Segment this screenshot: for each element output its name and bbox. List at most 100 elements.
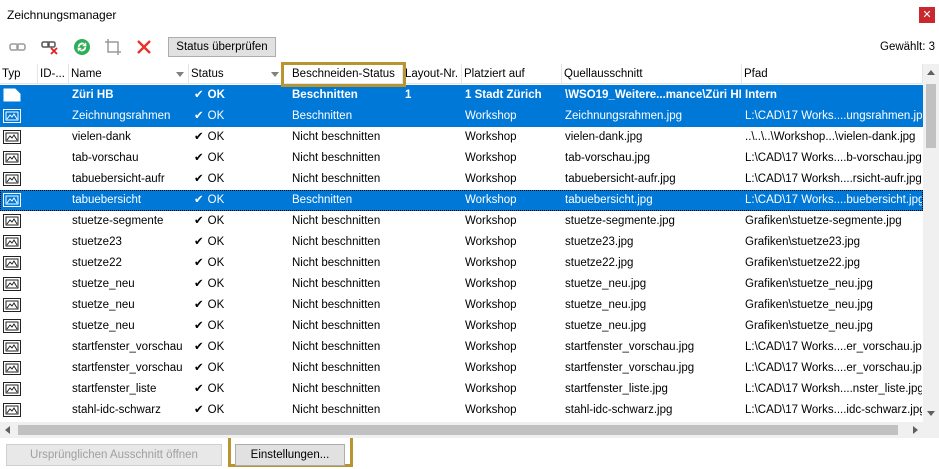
row-crop-status: Nicht beschnitten bbox=[292, 320, 381, 332]
column-header-layout-number[interactable]: Layout-Nr. bbox=[403, 64, 462, 84]
table-row[interactable]: startfenster_vorschau ✔ OK Nicht beschnitte… bbox=[0, 337, 923, 358]
crop-icon[interactable] bbox=[103, 37, 123, 57]
table-row[interactable]: tabuebersicht ✔ OK Beschnitten Workshop tabue… bbox=[0, 190, 923, 211]
row-name: Zeichnungsrahmen bbox=[72, 110, 171, 122]
row-name: startfenster_vorschau bbox=[72, 341, 183, 353]
status-text: OK bbox=[207, 278, 225, 290]
row-source: stuetze23.jpg bbox=[565, 236, 634, 248]
row-path: Grafiken\stuetze-segmente.jpg bbox=[745, 215, 902, 227]
checkmark-icon: ✔ bbox=[194, 173, 204, 185]
row-layout-number bbox=[405, 190, 461, 211]
row-source: startfenster_vorschau.jpg bbox=[565, 362, 695, 374]
row-name: stuetze_neu bbox=[72, 320, 135, 332]
open-original-button[interactable]: Ursprünglichen Ausschnitt öffnen bbox=[6, 444, 222, 466]
close-button[interactable]: ✕ bbox=[919, 7, 935, 23]
row-placed-on: Workshop bbox=[465, 131, 517, 143]
vertical-scrollbar[interactable] bbox=[923, 64, 939, 422]
table-row[interactable]: stuetze_neu ✔ OK Nicht beschnitten Workshop s… bbox=[0, 316, 923, 337]
table-row[interactable]: stuetze-segmente ✔ OK Nicht beschnitten Work… bbox=[0, 211, 923, 232]
refresh-icon[interactable] bbox=[72, 37, 92, 57]
row-source: tabuebersicht.jpg bbox=[565, 194, 653, 206]
table-row[interactable]: Zeichnungsrahmen ✔ OK Beschnitten Workshop Ze… bbox=[0, 106, 923, 127]
toolbar: Status überprüfen Gewählt: 3 bbox=[0, 34, 939, 60]
status-text: OK bbox=[207, 131, 225, 143]
row-path: L:\CAD\17 Works....er_vorschau.jpg bbox=[745, 362, 922, 374]
row-id bbox=[40, 211, 69, 232]
row-status: ✔ OK bbox=[194, 169, 284, 190]
row-name: stuetze_neu bbox=[72, 299, 135, 311]
table-row[interactable]: startfenster_vorschau ✔ OK Nicht beschnitte… bbox=[0, 358, 923, 379]
row-id bbox=[40, 127, 69, 148]
image-type-icon bbox=[3, 256, 21, 270]
checkmark-icon: ✔ bbox=[194, 110, 204, 122]
row-path: L:\CAD\17 Works....b-vorschau.jpg bbox=[745, 152, 922, 164]
row-crop-status: Nicht beschnitten bbox=[292, 215, 381, 227]
row-layout-number bbox=[405, 232, 461, 253]
row-layout-number bbox=[405, 274, 461, 295]
delete-icon[interactable] bbox=[134, 37, 154, 57]
row-layout-number bbox=[405, 169, 461, 190]
column-header-placed-on[interactable]: Platziert auf bbox=[462, 64, 562, 84]
row-status: ✔ OK bbox=[194, 85, 284, 106]
table-row[interactable]: stuetze23 ✔ OK Nicht beschnitten Workshop stu… bbox=[0, 232, 923, 253]
column-header-type[interactable]: Typ bbox=[0, 64, 38, 84]
check-status-button[interactable]: Status überprüfen bbox=[168, 37, 276, 57]
scroll-right-icon[interactable] bbox=[913, 426, 918, 434]
vertical-scroll-thumb[interactable] bbox=[926, 84, 936, 148]
horizontal-scroll-thumb[interactable] bbox=[18, 425, 898, 435]
row-id bbox=[40, 337, 69, 358]
status-text: OK bbox=[207, 173, 225, 185]
unlink-icon[interactable] bbox=[40, 37, 60, 57]
table-row[interactable]: vielen-dank ✔ OK Nicht beschnitten Workshop v… bbox=[0, 127, 923, 148]
row-source: tabuebersicht-aufr.jpg bbox=[565, 173, 676, 185]
row-placed-on: Workshop bbox=[465, 299, 517, 311]
row-path: Intern bbox=[745, 89, 777, 101]
row-status: ✔ OK bbox=[194, 211, 284, 232]
row-crop-status: Nicht beschnitten bbox=[292, 278, 381, 290]
image-type-icon bbox=[3, 172, 21, 186]
row-source: stuetze_neu.jpg bbox=[565, 320, 647, 332]
horizontal-scrollbar[interactable] bbox=[0, 422, 923, 438]
column-header-path[interactable]: Pfad bbox=[742, 64, 923, 84]
row-id bbox=[40, 379, 69, 400]
scroll-left-icon[interactable] bbox=[5, 426, 10, 434]
row-path: Grafiken\stuetze_neu.jpg bbox=[745, 320, 873, 332]
column-header-id[interactable]: ID-... bbox=[38, 64, 69, 84]
table-row[interactable]: stuetze_neu ✔ OK Nicht beschnitten Workshop s… bbox=[0, 274, 923, 295]
row-crop-status: Nicht beschnitten bbox=[292, 383, 381, 395]
table-row[interactable]: stuetze_neu ✔ OK Nicht beschnitten Workshop s… bbox=[0, 295, 923, 316]
status-text: OK bbox=[207, 320, 225, 332]
checkmark-icon: ✔ bbox=[194, 341, 204, 353]
row-name: tabuebersicht bbox=[72, 194, 142, 206]
row-layout-number bbox=[405, 148, 461, 169]
row-status: ✔ OK bbox=[194, 127, 284, 148]
table-row[interactable]: stahl-idc-schwarz ✔ OK Nicht beschnitten Wor… bbox=[0, 400, 923, 421]
row-layout-number bbox=[405, 295, 461, 316]
settings-button[interactable]: Einstellungen... bbox=[235, 444, 345, 466]
table-row[interactable]: startfenster_liste ✔ OK Nicht beschnitten Wo… bbox=[0, 379, 923, 400]
column-header-source[interactable]: Quellausschnitt bbox=[562, 64, 742, 84]
row-status: ✔ OK bbox=[194, 295, 284, 316]
column-header-name[interactable]: Name bbox=[69, 64, 189, 84]
row-source: stuetze_neu.jpg bbox=[565, 278, 647, 290]
row-name: vielen-dank bbox=[72, 131, 131, 143]
row-id bbox=[40, 316, 69, 337]
row-layout-number bbox=[405, 358, 461, 379]
sort-arrow-icon bbox=[176, 72, 184, 77]
column-header-status[interactable]: Status bbox=[189, 64, 284, 84]
scroll-up-icon[interactable] bbox=[927, 70, 935, 75]
row-name: tab-vorschau bbox=[72, 152, 139, 164]
row-layout-number bbox=[405, 400, 461, 421]
scroll-down-icon[interactable] bbox=[927, 411, 935, 416]
row-status: ✔ OK bbox=[194, 232, 284, 253]
image-type-icon bbox=[3, 130, 21, 144]
column-header-crop-status[interactable]: Beschneiden-Status bbox=[284, 64, 403, 84]
status-text: OK bbox=[207, 404, 225, 416]
row-placed-on: Workshop bbox=[465, 404, 517, 416]
table-row[interactable]: stuetze22 ✔ OK Nicht beschnitten Workshop stu… bbox=[0, 253, 923, 274]
row-status: ✔ OK bbox=[194, 253, 284, 274]
table-row[interactable]: Züri HB ✔ OK Beschnitten 1 1 Stadt Zürich \WSO… bbox=[0, 85, 923, 106]
table-row[interactable]: tab-vorschau ✔ OK Nicht beschnitten Workshop… bbox=[0, 148, 923, 169]
link-icon[interactable] bbox=[8, 37, 28, 57]
table-row[interactable]: tabuebersicht-aufr ✔ OK Nicht beschnitten Wo… bbox=[0, 169, 923, 190]
